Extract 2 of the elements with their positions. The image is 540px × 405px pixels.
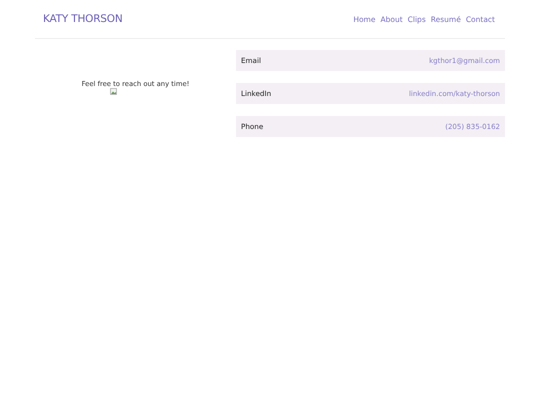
broken-image-icon: [110, 88, 116, 95]
site-logo[interactable]: KATY THORSON: [43, 13, 122, 25]
